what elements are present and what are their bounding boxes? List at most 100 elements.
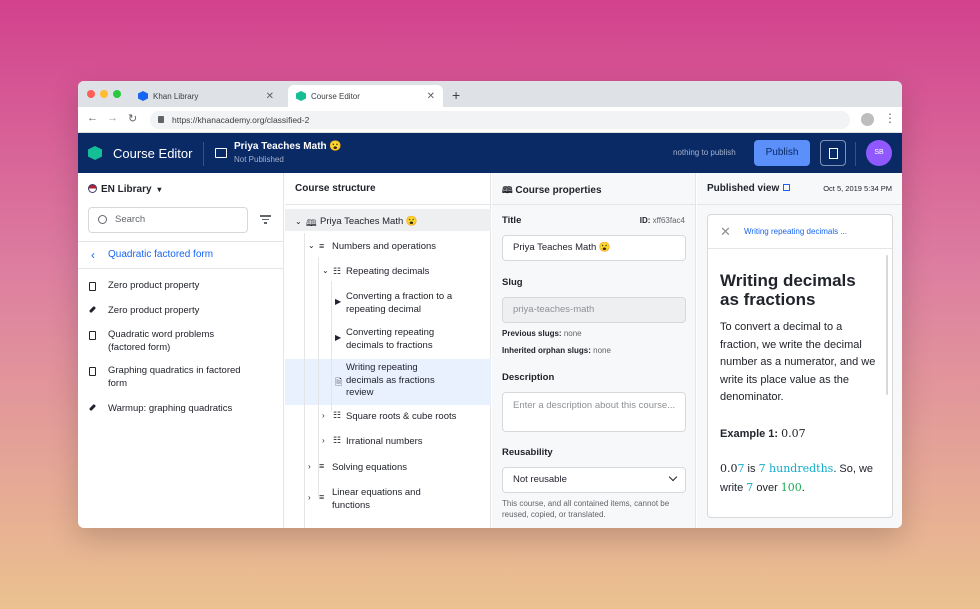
back-arrow-icon[interactable]: ← — [87, 112, 98, 124]
maximize-window-button[interactable] — [113, 90, 121, 98]
document-icon — [89, 331, 96, 340]
minimize-window-button[interactable] — [100, 90, 108, 98]
search-icon — [98, 215, 107, 224]
filter-icon[interactable] — [260, 215, 271, 226]
book-icon: 🕮 — [306, 218, 317, 228]
us-flag-icon — [88, 184, 97, 193]
tree-item[interactable]: Solving equations — [332, 462, 407, 475]
pane-title: Course structure — [295, 183, 376, 194]
khan-logo-icon — [88, 146, 102, 160]
reload-icon[interactable]: ↻ — [128, 112, 137, 125]
lesson-icon: ☷ — [333, 435, 342, 445]
preview-card: ✕ Writing repeating decimals ... Writing… — [707, 214, 893, 518]
tab-label: Khan Library — [153, 91, 199, 101]
slug-input[interactable]: priya-teaches-math — [502, 297, 686, 323]
published-view-pane: Published view Oct 5, 2019 5:34 PM ✕ Wri… — [697, 173, 902, 528]
pane-title[interactable]: Published view — [707, 183, 791, 194]
divider — [492, 204, 695, 205]
list-item[interactable]: Warmup: graphing quadratics — [88, 403, 268, 416]
tree-item[interactable]: Repeating decimals — [346, 266, 429, 279]
course-name: Priya Teaches Math 😮 — [234, 141, 342, 152]
breadcrumb[interactable]: ‹ Quadratic factored form — [78, 241, 284, 269]
document-icon: 🗎 — [335, 377, 343, 387]
forward-arrow-icon[interactable]: → — [107, 112, 118, 124]
avatar[interactable]: SB — [866, 140, 892, 166]
chevron-right-icon[interactable]: › — [308, 493, 311, 502]
tab-course-editor[interactable]: Course Editor ✕ — [288, 85, 443, 107]
list-item-label: Zero product property — [108, 280, 200, 291]
list-item[interactable]: Graphing quadratics in factored form — [89, 365, 258, 390]
library-title: EN Library — [101, 184, 152, 195]
tree-item[interactable]: Converting a fraction to a repeating dec… — [346, 291, 472, 316]
chevron-down-icon[interactable]: ⌄ — [308, 241, 315, 250]
chevron-right-icon[interactable]: › — [308, 462, 311, 471]
list-item-label: Zero product property — [108, 305, 200, 316]
divider — [203, 142, 204, 166]
article-title: Writing decimals as fractions — [720, 271, 856, 309]
chevron-down-icon: ▾ — [157, 185, 162, 194]
tab-khan-library[interactable]: Khan Library ✕ — [130, 85, 282, 107]
course-structure-pane: Course structure ⌄ 🕮 Priya Teaches Math … — [285, 173, 491, 528]
tree-item[interactable]: Writing repeating decimals as fractions … — [346, 362, 456, 400]
list-item[interactable]: Zero product property — [88, 305, 268, 318]
play-icon: ▶ — [335, 297, 342, 306]
pencil-icon — [88, 403, 97, 412]
tree-item[interactable]: Linear equations and functions — [332, 487, 442, 512]
profile-icon[interactable] — [861, 113, 874, 126]
chevron-right-icon[interactable]: › — [322, 411, 325, 420]
tree-item[interactable]: Converting repeating decimals to fractio… — [346, 327, 466, 352]
description-input[interactable]: Enter a description about this course... — [502, 392, 686, 432]
list-item[interactable]: Quadratic word problems (factored form) — [89, 329, 238, 354]
external-link-icon — [783, 184, 791, 191]
url-text: https://khanacademy.org/classified-2 — [172, 115, 310, 125]
card-link[interactable]: Writing repeating decimals ... — [744, 227, 847, 236]
app-title: Course Editor — [113, 146, 193, 161]
tree-root[interactable]: Priya Teaches Math 😮 — [320, 216, 418, 229]
reusability-select[interactable]: Not reusable — [502, 467, 686, 493]
reusability-label: Reusability — [502, 447, 553, 458]
close-icon[interactable]: ✕ — [720, 224, 731, 240]
chevron-left-icon: ‹ — [91, 248, 95, 262]
chevron-down-icon[interactable]: ⌄ — [322, 266, 329, 275]
new-tab-icon[interactable]: + — [452, 87, 460, 103]
browser-window: Khan Library ✕ Course Editor ✕ + ← → ↻ h… — [78, 81, 902, 528]
publish-button[interactable]: Publish — [754, 140, 810, 166]
description-label: Description — [502, 372, 555, 383]
khan-logo-icon — [138, 91, 148, 101]
title-input[interactable]: Priya Teaches Math 😮 — [502, 235, 686, 261]
close-tab-icon[interactable]: ✕ — [266, 91, 274, 102]
tab-strip: Khan Library ✕ Course Editor ✕ + — [78, 81, 902, 107]
previous-slugs: Previous slugs: none — [502, 329, 582, 338]
reusability-note: This course, and all contained items, ca… — [502, 499, 670, 519]
chevron-right-icon[interactable]: › — [322, 436, 325, 445]
divider — [697, 204, 902, 205]
list-item[interactable]: Zero product property — [89, 280, 268, 293]
library-selector[interactable]: EN Library ▾ — [88, 184, 161, 195]
search-input[interactable]: Search — [88, 207, 248, 233]
tree-item[interactable]: Square roots & cube roots — [346, 411, 456, 424]
url-field[interactable]: https://khanacademy.org/classified-2 — [150, 111, 850, 129]
tree-guide — [304, 233, 305, 528]
play-icon: ▶ — [335, 333, 342, 342]
chevron-down-icon[interactable]: ⌄ — [295, 217, 302, 226]
document-button[interactable] — [820, 140, 846, 166]
scrollbar[interactable] — [886, 255, 888, 395]
article-paragraph: To convert a decimal to a fraction, we w… — [720, 321, 876, 403]
card-header: ✕ Writing repeating decimals ... — [708, 215, 892, 249]
orphan-slugs: Inherited orphan slugs: none — [502, 346, 611, 355]
close-window-button[interactable] — [87, 90, 95, 98]
lock-icon — [158, 116, 164, 123]
title-label: Title — [502, 215, 522, 226]
tree-item[interactable]: Numbers and operations — [332, 241, 436, 254]
tree-item[interactable]: Irrational numbers — [346, 436, 423, 449]
close-tab-icon[interactable]: ✕ — [427, 91, 435, 102]
chevron-down-icon — [668, 472, 678, 482]
window-controls — [87, 90, 121, 98]
khan-logo-icon — [296, 91, 306, 101]
pane-title: 🕮 Course properties — [502, 185, 602, 196]
list-item-label: Graphing quadratics in factored form — [108, 365, 241, 389]
browser-menu-icon[interactable]: ⋮ — [884, 111, 896, 125]
pencil-icon — [88, 305, 97, 314]
unit-icon: ≡ — [319, 492, 325, 502]
divider — [285, 204, 490, 205]
